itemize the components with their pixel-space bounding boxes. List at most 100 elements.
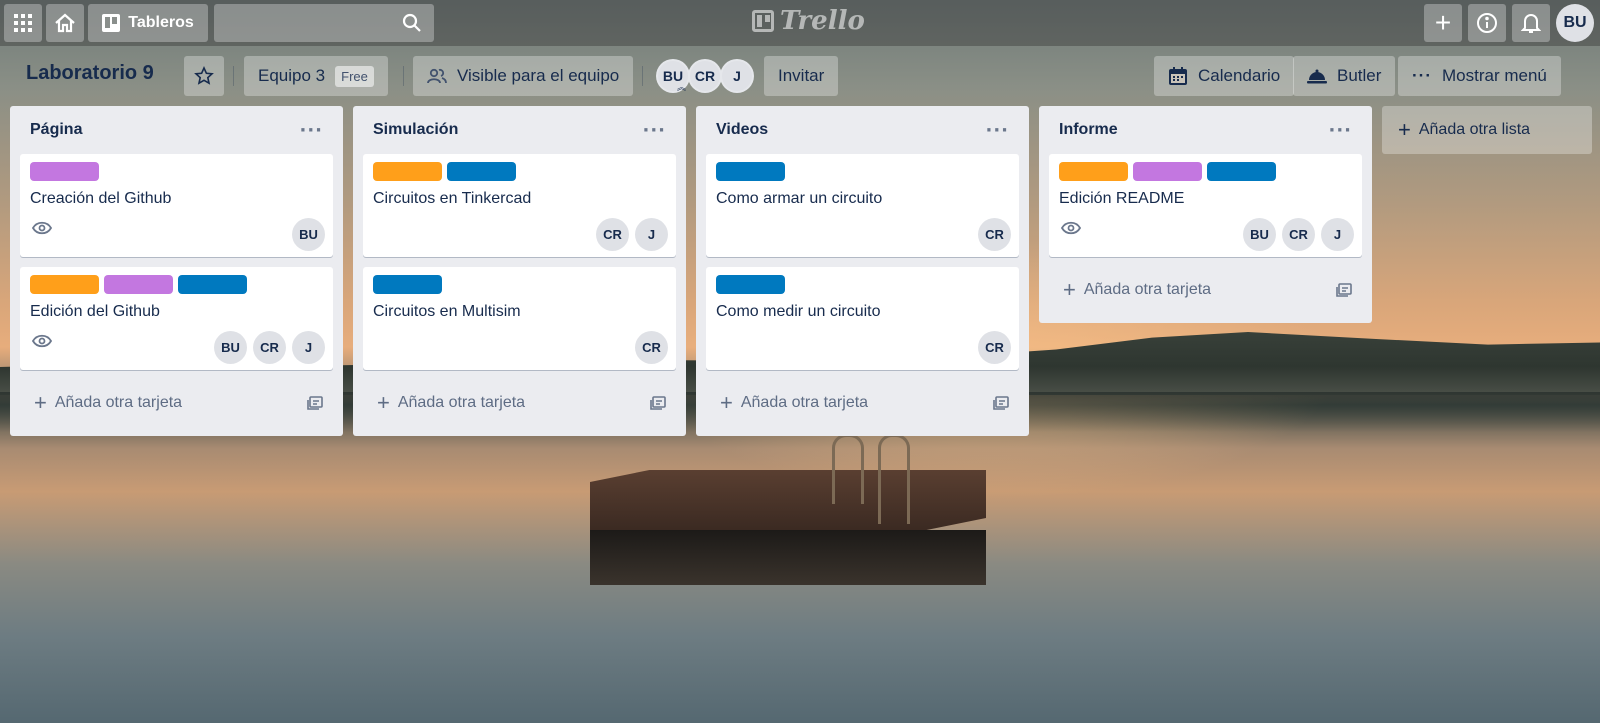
card-title: Edición README bbox=[1059, 190, 1185, 207]
calendar-button[interactable]: Calendario bbox=[1154, 56, 1295, 96]
label-blue[interactable] bbox=[1207, 162, 1276, 181]
list-title[interactable]: Informe bbox=[1059, 121, 1118, 139]
card-labels bbox=[373, 275, 666, 295]
member-avatar[interactable]: BU bbox=[1243, 218, 1276, 251]
card-labels bbox=[30, 275, 323, 295]
add-card-content: + Añada otra tarjeta bbox=[34, 392, 182, 414]
trello-logo-icon bbox=[752, 10, 774, 32]
butler-button[interactable]: Butler bbox=[1293, 56, 1396, 96]
label-blue[interactable] bbox=[716, 275, 785, 294]
list-title[interactable]: Página bbox=[30, 121, 82, 139]
ladder-rail bbox=[878, 434, 910, 524]
list-videos: Videos ··· Como armar un circuito CR Com… bbox=[696, 106, 1029, 436]
card-members: BU CR J bbox=[214, 331, 325, 364]
list-menu-icon[interactable]: ··· bbox=[642, 120, 666, 141]
add-list-button[interactable]: + Añada otra lista bbox=[1382, 106, 1592, 154]
list-title[interactable]: Videos bbox=[716, 121, 768, 139]
add-card-button[interactable]: + Añada otra tarjeta bbox=[1049, 267, 1362, 313]
card[interactable]: Creación del Github BU bbox=[20, 154, 333, 257]
dock bbox=[590, 470, 986, 530]
label-purple[interactable] bbox=[104, 275, 173, 294]
add-card-button[interactable]: + Añada otra tarjeta bbox=[706, 380, 1019, 426]
show-menu-button[interactable]: ··· Mostrar menú bbox=[1398, 56, 1561, 96]
list-header: Página ··· bbox=[20, 106, 333, 154]
card-title: Como medir un circuito bbox=[716, 303, 881, 320]
list-pagina: Página ··· Creación del Github BU Edició… bbox=[10, 106, 343, 436]
add-card-button[interactable]: + Añada otra tarjeta bbox=[20, 380, 333, 426]
search-input[interactable] bbox=[214, 4, 434, 42]
apps-button[interactable] bbox=[4, 4, 42, 42]
card-title: Circuitos en Multisim bbox=[373, 303, 521, 320]
label-orange[interactable] bbox=[30, 275, 99, 294]
card[interactable]: Como armar un circuito CR bbox=[706, 154, 1019, 257]
label-orange[interactable] bbox=[1059, 162, 1128, 181]
butler-label: Butler bbox=[1337, 66, 1382, 85]
list-title[interactable]: Simulación bbox=[373, 121, 458, 139]
boards-icon bbox=[102, 14, 121, 32]
card-template-icon[interactable] bbox=[307, 396, 323, 410]
member-avatar[interactable]: CR bbox=[635, 331, 668, 364]
card[interactable]: Circuitos en Multisim CR bbox=[363, 267, 676, 370]
label-blue[interactable] bbox=[447, 162, 516, 181]
label-orange[interactable] bbox=[373, 162, 442, 181]
info-button[interactable] bbox=[1468, 4, 1506, 42]
member-avatar[interactable]: CR bbox=[253, 331, 286, 364]
notifications-button[interactable] bbox=[1512, 4, 1550, 42]
member-avatar[interactable]: BU bbox=[292, 218, 325, 251]
member-avatar[interactable]: CR bbox=[978, 331, 1011, 364]
show-menu-label: Mostrar menú bbox=[1441, 66, 1547, 85]
user-avatar[interactable]: BU bbox=[1556, 4, 1594, 42]
member-avatar[interactable]: CR bbox=[1282, 218, 1315, 251]
member-avatar[interactable]: CR bbox=[978, 218, 1011, 251]
boards-button[interactable]: Tableros bbox=[88, 4, 208, 42]
card[interactable]: Edición README BU CR J bbox=[1049, 154, 1362, 257]
admin-chevron-icon: ︽ bbox=[677, 83, 687, 93]
divider bbox=[403, 66, 404, 86]
member-avatar[interactable]: J bbox=[292, 331, 325, 364]
team-button[interactable]: Equipo 3 Free bbox=[244, 56, 388, 96]
add-card-label: Añada otra tarjeta bbox=[1083, 281, 1212, 298]
card-template-icon[interactable] bbox=[650, 396, 666, 410]
logo-text: Trello bbox=[780, 6, 865, 36]
star-icon bbox=[194, 66, 214, 85]
label-blue[interactable] bbox=[716, 162, 785, 181]
label-blue[interactable] bbox=[178, 275, 247, 294]
label-purple[interactable] bbox=[30, 162, 99, 181]
label-blue[interactable] bbox=[373, 275, 442, 294]
invite-button[interactable]: Invitar bbox=[764, 56, 839, 96]
card[interactable]: Como medir un circuito CR bbox=[706, 267, 1019, 370]
card[interactable]: Edición del Github BU CR J bbox=[20, 267, 333, 370]
list-menu-icon[interactable]: ··· bbox=[299, 120, 323, 141]
card[interactable]: Circuitos en Tinkercad CR J bbox=[363, 154, 676, 257]
star-button[interactable] bbox=[184, 56, 224, 96]
add-card-button[interactable]: + Añada otra tarjeta bbox=[363, 380, 676, 426]
board-member-avatar[interactable]: J bbox=[720, 59, 754, 93]
home-button[interactable] bbox=[46, 4, 84, 42]
watch-eye-icon bbox=[32, 221, 52, 235]
list-header: Simulación ··· bbox=[363, 106, 676, 154]
board-member-avatar[interactable]: CR bbox=[688, 59, 722, 93]
card-members: CR J bbox=[596, 218, 668, 251]
card-template-icon[interactable] bbox=[993, 396, 1009, 410]
card-title: Circuitos en Tinkercad bbox=[373, 190, 532, 207]
ladder-rail bbox=[832, 434, 864, 504]
card-template-icon[interactable] bbox=[1336, 283, 1352, 297]
trello-logo[interactable]: Trello bbox=[752, 6, 865, 36]
member-avatar[interactable]: BU bbox=[214, 331, 247, 364]
label-purple[interactable] bbox=[1133, 162, 1202, 181]
member-avatar[interactable]: J bbox=[1321, 218, 1354, 251]
member-avatar[interactable]: CR bbox=[596, 218, 629, 251]
calendar-icon bbox=[1169, 67, 1187, 85]
more-icon: ··· bbox=[1412, 66, 1432, 85]
list-menu-icon[interactable]: ··· bbox=[1328, 120, 1352, 141]
board-title[interactable]: Laboratorio 9 bbox=[26, 62, 154, 85]
dock-reflection bbox=[590, 530, 986, 585]
list-menu-icon[interactable]: ··· bbox=[985, 120, 1009, 141]
add-card-label: Añada otra tarjeta bbox=[54, 394, 183, 411]
plus-icon: + bbox=[1398, 117, 1411, 142]
visibility-button[interactable]: Visible para el equipo bbox=[413, 56, 634, 96]
create-button[interactable]: + bbox=[1424, 4, 1462, 42]
member-avatar[interactable]: J bbox=[635, 218, 668, 251]
list-simulacion: Simulación ··· Circuitos en Tinkercad CR… bbox=[353, 106, 686, 436]
card-title: Como armar un circuito bbox=[716, 190, 883, 207]
